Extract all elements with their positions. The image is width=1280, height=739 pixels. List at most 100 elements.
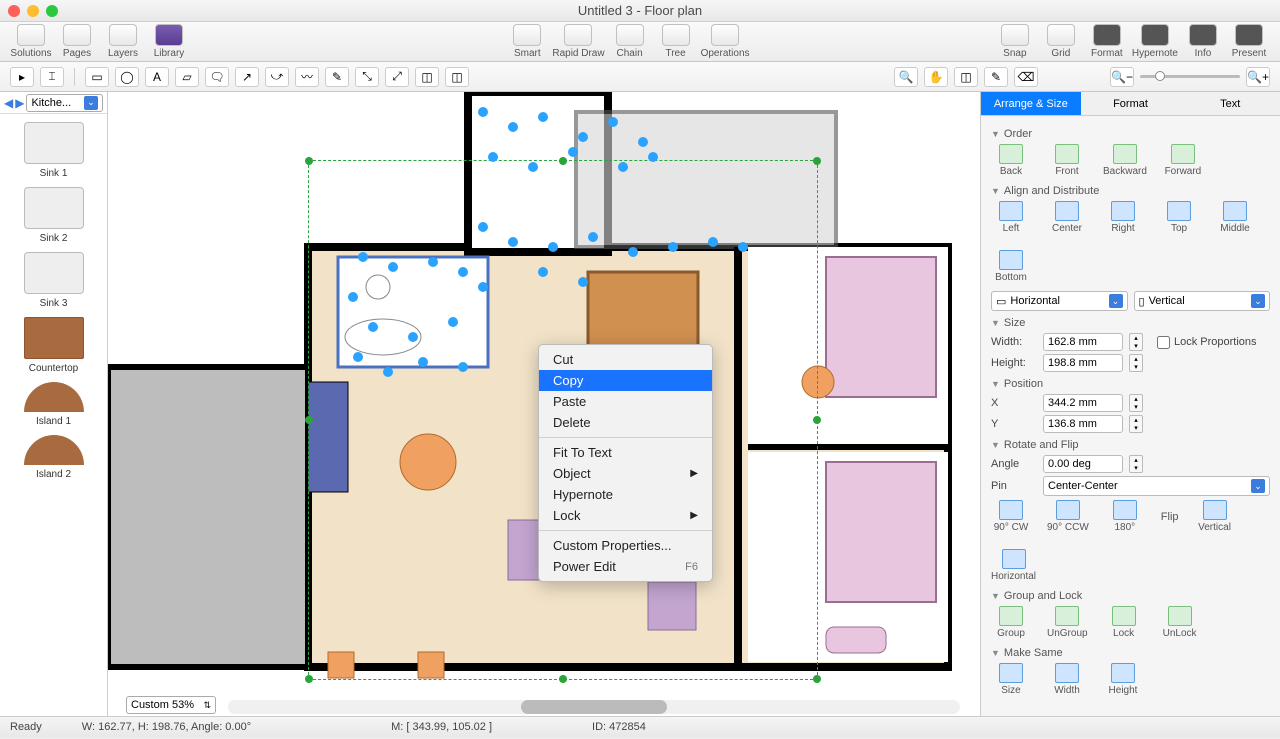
y-input[interactable] bbox=[1043, 415, 1123, 433]
ellipse-tool[interactable]: ◯ bbox=[115, 67, 139, 87]
height-stepper[interactable]: ▴▾ bbox=[1129, 354, 1143, 372]
toolbar-hypernote[interactable]: Hypernote bbox=[1132, 24, 1178, 59]
lock-proportions[interactable]: Lock Proportions bbox=[1157, 336, 1257, 349]
rotate-90-cw[interactable]: 90° CW bbox=[991, 500, 1031, 533]
ctx-custom-properties-[interactable]: Custom Properties... bbox=[539, 535, 712, 556]
toolbar-grid[interactable]: Grid bbox=[1040, 24, 1082, 59]
shape-conn2-tool[interactable]: ◫ bbox=[445, 67, 469, 87]
library-picker[interactable]: Kitche... ⌄ bbox=[26, 94, 103, 112]
group-row-unlock[interactable]: UnLock bbox=[1160, 606, 1200, 639]
rect-tool[interactable]: ▭ bbox=[85, 67, 109, 87]
close-window[interactable] bbox=[8, 5, 20, 17]
horizontal-align-select[interactable]: ▭Horizontal⌄ bbox=[991, 291, 1128, 311]
zoom-combo[interactable]: Custom 53%⇅ bbox=[126, 696, 216, 714]
section-order[interactable]: Order bbox=[991, 128, 1270, 140]
zoom-slider[interactable] bbox=[1140, 75, 1240, 78]
select-tool[interactable]: ▸ bbox=[10, 67, 34, 87]
order-row-front[interactable]: Front bbox=[1047, 144, 1087, 177]
library-item-sink2[interactable]: Sink 2 bbox=[0, 183, 107, 248]
library-item-island1[interactable]: Island 1 bbox=[0, 378, 107, 431]
rotate-90-ccw[interactable]: 90° CCW bbox=[1047, 500, 1089, 533]
flip-horizontal[interactable]: Horizontal bbox=[991, 549, 1036, 582]
canvas-hscroll[interactable] bbox=[228, 700, 960, 714]
section-size[interactable]: Size bbox=[991, 317, 1270, 329]
flip-vertical[interactable]: Vertical bbox=[1195, 500, 1235, 533]
toolbar-operations[interactable]: Operations bbox=[701, 24, 750, 59]
pin-select[interactable]: Center-Center⌄ bbox=[1043, 476, 1270, 496]
zoom-tool[interactable]: 🔍 bbox=[894, 67, 918, 87]
rotate-180-[interactable]: 180° bbox=[1105, 500, 1145, 533]
order-row-backward[interactable]: Backward bbox=[1103, 144, 1147, 177]
order-row-back[interactable]: Back bbox=[991, 144, 1031, 177]
order-row-forward[interactable]: Forward bbox=[1163, 144, 1203, 177]
y-stepper[interactable]: ▴▾ bbox=[1129, 415, 1143, 433]
crop-tool[interactable]: ◫ bbox=[954, 67, 978, 87]
text-tool[interactable]: A bbox=[145, 67, 169, 87]
group-row-ungroup[interactable]: UnGroup bbox=[1047, 606, 1088, 639]
library-item-sink1[interactable]: Sink 1 bbox=[0, 118, 107, 183]
inspector-tab-format[interactable]: Format bbox=[1081, 92, 1181, 116]
section-rotate[interactable]: Rotate and Flip bbox=[991, 439, 1270, 451]
toolbar-present[interactable]: Present bbox=[1228, 24, 1270, 59]
section-position[interactable]: Position bbox=[991, 378, 1270, 390]
ctx-delete[interactable]: Delete bbox=[539, 412, 712, 433]
library-item-countertop[interactable]: Countertop bbox=[0, 313, 107, 378]
text-select-tool[interactable]: ⌶ bbox=[40, 67, 64, 87]
toolbar-snap[interactable]: Snap bbox=[994, 24, 1036, 59]
angle-stepper[interactable]: ▴▾ bbox=[1129, 455, 1143, 473]
connector2-tool[interactable]: ⤢ bbox=[385, 67, 409, 87]
makesame-row-width[interactable]: Width bbox=[1047, 663, 1087, 696]
toolbar-format[interactable]: Format bbox=[1086, 24, 1128, 59]
makesame-row-height[interactable]: Height bbox=[1103, 663, 1143, 696]
brush-tool[interactable]: ✎ bbox=[325, 67, 349, 87]
arc-tool[interactable]: ⤻ bbox=[265, 67, 289, 87]
eyedropper-tool[interactable]: ✎ bbox=[984, 67, 1008, 87]
ctx-copy[interactable]: Copy bbox=[539, 370, 712, 391]
height-input[interactable] bbox=[1043, 354, 1123, 372]
align-row-top[interactable]: Top bbox=[1159, 201, 1199, 234]
ctx-paste[interactable]: Paste bbox=[539, 391, 712, 412]
align-row-bottom[interactable]: Bottom bbox=[991, 250, 1031, 283]
ctx-fit-to-text[interactable]: Fit To Text bbox=[539, 442, 712, 463]
align-row-left[interactable]: Left bbox=[991, 201, 1031, 234]
toolbar-rapid[interactable]: Rapid Draw bbox=[552, 24, 604, 59]
section-makesame[interactable]: Make Same bbox=[991, 647, 1270, 659]
align-row-middle[interactable]: Middle bbox=[1215, 201, 1255, 234]
library-item-sink3[interactable]: Sink 3 bbox=[0, 248, 107, 313]
toolbar-smart[interactable]: Smart bbox=[506, 24, 548, 59]
toolbar-solutions[interactable]: Solutions bbox=[10, 24, 52, 59]
line-tool[interactable]: ↗ bbox=[235, 67, 259, 87]
section-group[interactable]: Group and Lock bbox=[991, 590, 1270, 602]
ctx-hypernote[interactable]: Hypernote bbox=[539, 484, 712, 505]
lib-nav-back[interactable]: ◀ bbox=[4, 96, 13, 110]
makesame-row-size[interactable]: Size bbox=[991, 663, 1031, 696]
align-row-center[interactable]: Center bbox=[1047, 201, 1087, 234]
x-input[interactable] bbox=[1043, 394, 1123, 412]
hand-tool[interactable]: ✋ bbox=[924, 67, 948, 87]
align-row-right[interactable]: Right bbox=[1103, 201, 1143, 234]
library-item-island2[interactable]: Island 2 bbox=[0, 431, 107, 484]
ctx-lock[interactable]: Lock▶ bbox=[539, 505, 712, 526]
ctx-cut[interactable]: Cut bbox=[539, 349, 712, 370]
eraser-tool[interactable]: ⌫ bbox=[1014, 67, 1038, 87]
toolbar-layers[interactable]: Layers bbox=[102, 24, 144, 59]
toolbar-info[interactable]: Info bbox=[1182, 24, 1224, 59]
group-row-group[interactable]: Group bbox=[991, 606, 1031, 639]
minimize-window[interactable] bbox=[27, 5, 39, 17]
textbox-tool[interactable]: ▱ bbox=[175, 67, 199, 87]
toolbar-library[interactable]: Library bbox=[148, 24, 190, 59]
zoom-window[interactable] bbox=[46, 5, 58, 17]
angle-input[interactable] bbox=[1043, 455, 1123, 473]
x-stepper[interactable]: ▴▾ bbox=[1129, 394, 1143, 412]
ctx-power-edit[interactable]: Power EditF6 bbox=[539, 556, 712, 577]
inspector-tab-text[interactable]: Text bbox=[1180, 92, 1280, 116]
spline-tool[interactable]: 〰 bbox=[295, 67, 319, 87]
canvas-area[interactable]: CutCopyPasteDelete Fit To TextObject▶Hype… bbox=[108, 92, 980, 716]
width-input[interactable] bbox=[1043, 333, 1123, 351]
toolbar-chain[interactable]: Chain bbox=[609, 24, 651, 59]
callout-tool[interactable]: 🗨 bbox=[205, 67, 229, 87]
ctx-object[interactable]: Object▶ bbox=[539, 463, 712, 484]
toolbar-pages[interactable]: Pages bbox=[56, 24, 98, 59]
vertical-align-select[interactable]: ▯Vertical⌄ bbox=[1134, 291, 1271, 311]
toolbar-tree[interactable]: Tree bbox=[655, 24, 697, 59]
